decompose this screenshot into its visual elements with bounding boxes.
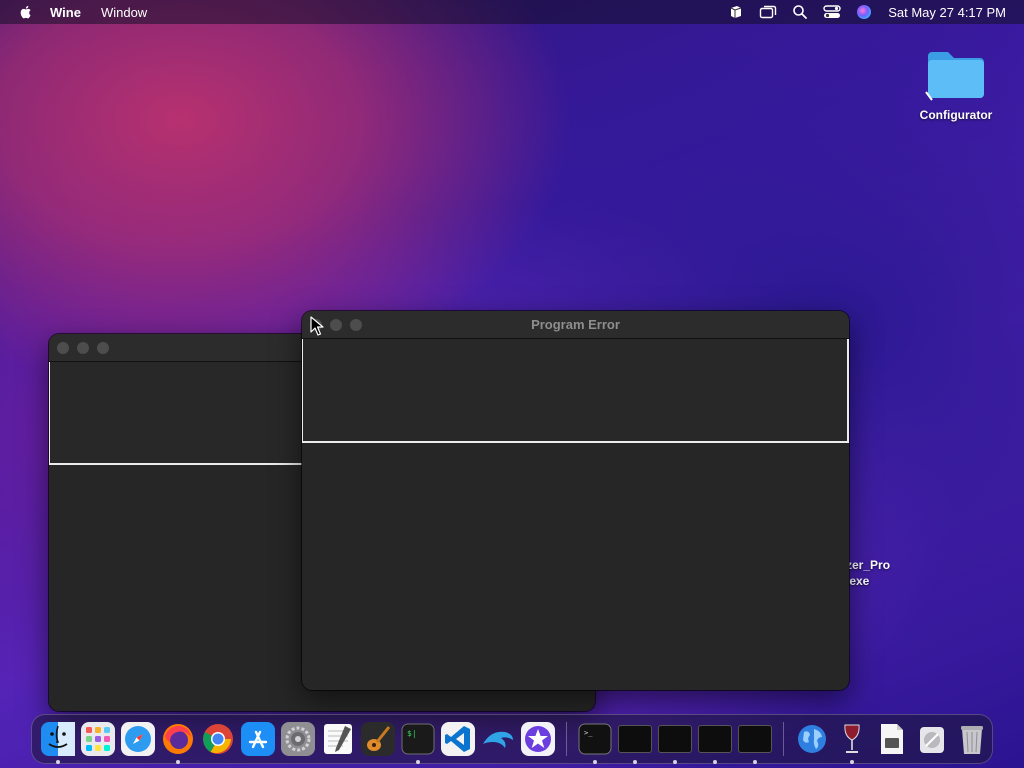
desktop-icon-configurator[interactable]: Configurator bbox=[910, 48, 1002, 122]
dock-garageband[interactable] bbox=[361, 722, 395, 756]
running-indicator bbox=[176, 760, 180, 764]
dock-network[interactable] bbox=[795, 722, 829, 756]
mouse-cursor-icon bbox=[310, 316, 324, 336]
window-thumbnail bbox=[738, 725, 772, 753]
spotlight-search-icon[interactable] bbox=[784, 0, 816, 24]
running-indicator bbox=[56, 760, 60, 764]
message-panel bbox=[302, 339, 849, 443]
dolphin-icon bbox=[483, 731, 513, 748]
running-indicator bbox=[416, 760, 420, 764]
program-error-window[interactable]: Program Error bbox=[302, 311, 849, 690]
svg-text:$|: $| bbox=[407, 729, 417, 738]
wine-glass-icon bbox=[844, 724, 860, 753]
exe-label-line1: zer_Pro bbox=[846, 558, 891, 572]
dock-file-merge[interactable] bbox=[875, 722, 909, 756]
firefox-icon bbox=[163, 724, 193, 754]
document-icon bbox=[881, 724, 903, 754]
window-titlebar[interactable]: Program Error bbox=[302, 311, 849, 339]
launchpad-icon bbox=[81, 722, 115, 756]
terminal-icon: >_ bbox=[578, 723, 612, 755]
menu-bar: Wine Window Sat May 27 4:17 PM bbox=[0, 0, 1024, 24]
dock-minimized-terminal-4[interactable] bbox=[698, 722, 732, 764]
trash-icon bbox=[961, 726, 983, 754]
window-title: Program Error bbox=[531, 317, 620, 332]
star-icon bbox=[521, 722, 555, 756]
dock-imovie[interactable] bbox=[521, 722, 555, 756]
stethoscope-disk-icon bbox=[920, 727, 944, 753]
terminal-icon: $| bbox=[401, 723, 435, 755]
dock-terminal[interactable]: $| bbox=[401, 722, 435, 764]
control-icon[interactable] bbox=[720, 0, 752, 24]
menu-window[interactable]: Window bbox=[101, 5, 147, 20]
running-indicator bbox=[673, 760, 677, 764]
gear-icon bbox=[281, 722, 315, 756]
folder-icon bbox=[925, 52, 984, 101]
vscode-icon bbox=[441, 722, 475, 756]
status-area: Sat May 27 4:17 PM bbox=[720, 0, 1024, 24]
apple-icon[interactable] bbox=[18, 4, 34, 20]
dock-finder[interactable] bbox=[41, 722, 75, 764]
dock-minimized-terminal-2[interactable] bbox=[618, 722, 652, 764]
dock-chrome[interactable] bbox=[201, 722, 235, 756]
dock: $| >_ bbox=[31, 714, 993, 764]
dock-minimized-terminal-3[interactable] bbox=[658, 722, 692, 764]
desktop-icon-label: Configurator bbox=[919, 108, 993, 122]
dock-app-store[interactable] bbox=[241, 722, 275, 756]
app-menu-wine[interactable]: Wine bbox=[50, 5, 81, 20]
safari-icon bbox=[121, 722, 155, 756]
running-indicator bbox=[593, 760, 597, 764]
running-indicator bbox=[633, 760, 637, 764]
window-mirroring-icon[interactable] bbox=[752, 0, 784, 24]
dock-launchpad[interactable] bbox=[81, 722, 115, 756]
finder-icon bbox=[41, 722, 75, 756]
running-indicator bbox=[753, 760, 757, 764]
running-indicator bbox=[713, 760, 717, 764]
menubar-clock[interactable]: Sat May 27 4:17 PM bbox=[888, 5, 1006, 20]
dock-vscode[interactable] bbox=[441, 722, 475, 756]
window-thumbnail bbox=[618, 725, 652, 753]
dock-trash[interactable] bbox=[955, 722, 989, 756]
desktop-icon-exe-label[interactable]: zer_Pro .exe bbox=[846, 557, 890, 589]
dock-safari[interactable] bbox=[121, 722, 155, 756]
siri-icon[interactable] bbox=[848, 0, 880, 24]
dock-firefox[interactable] bbox=[161, 722, 195, 764]
window-thumbnail bbox=[698, 725, 732, 753]
control-center-icon[interactable] bbox=[816, 0, 848, 24]
globe-icon bbox=[798, 725, 826, 753]
dock-disk-utility[interactable] bbox=[915, 722, 949, 756]
dock-dolphin[interactable] bbox=[481, 722, 515, 756]
dock-separator bbox=[566, 722, 567, 756]
dock-separator bbox=[783, 722, 784, 756]
running-indicator bbox=[850, 760, 854, 764]
svg-text:>_: >_ bbox=[584, 729, 593, 737]
dock-wine[interactable] bbox=[835, 722, 869, 764]
chrome-icon bbox=[203, 724, 233, 754]
textedit-icon bbox=[324, 724, 352, 754]
exe-label-line2: .exe bbox=[846, 574, 870, 588]
window-thumbnail bbox=[658, 725, 692, 753]
dock-minimized-terminal-5[interactable] bbox=[738, 722, 772, 764]
app-store-icon bbox=[241, 722, 275, 756]
guitar-icon bbox=[361, 722, 395, 756]
dock-system-preferences[interactable] bbox=[281, 722, 315, 756]
dock-minimized-terminal-1[interactable]: >_ bbox=[578, 722, 612, 764]
dock-textedit[interactable] bbox=[321, 722, 355, 756]
